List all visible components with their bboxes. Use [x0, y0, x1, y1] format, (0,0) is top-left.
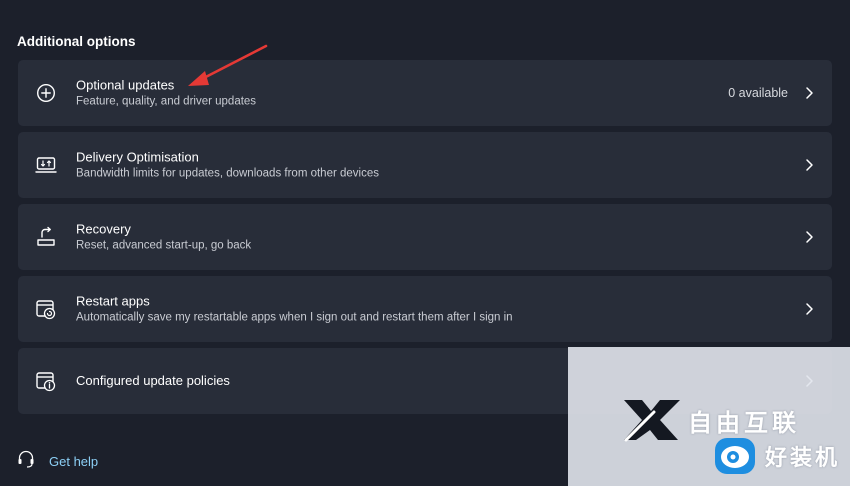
policy-info-icon [35, 370, 57, 392]
delivery-optimisation-icon [35, 154, 57, 176]
watermark-brand-2: 好装机 [713, 436, 840, 476]
available-count: 0 available [728, 86, 788, 100]
card-title: Configured update policies [76, 373, 230, 388]
chevron-right-icon [806, 303, 813, 315]
card-subtitle: Automatically save my restartable apps w… [76, 311, 513, 324]
mascot-logo-icon [715, 438, 755, 474]
annotation-arrow [188, 44, 268, 86]
card-subtitle: Feature, quality, and driver updates [76, 95, 257, 108]
chevron-right-icon [806, 231, 813, 243]
get-help-row[interactable]: Get help [17, 450, 98, 473]
chevron-right-icon [806, 159, 813, 171]
delivery-optimisation-card[interactable]: Delivery Optimisation Bandwidth limits f… [18, 132, 832, 198]
card-subtitle: Reset, advanced start-up, go back [76, 239, 252, 252]
x-logo-icon [624, 400, 680, 442]
restart-apps-card[interactable]: Restart apps Automatically save my resta… [18, 276, 832, 342]
section-title: Additional options [17, 34, 136, 49]
card-title: Delivery Optimisation [76, 149, 199, 165]
recovery-card[interactable]: Recovery Reset, advanced start-up, go ba… [18, 204, 832, 270]
card-subtitle: Bandwidth limits for updates, downloads … [76, 167, 379, 180]
watermark-text-1: 自由互联 [688, 408, 800, 437]
add-circle-icon [35, 82, 57, 104]
watermark-text-2: 好装机 [765, 446, 841, 471]
help-headset-icon [17, 450, 35, 473]
card-title: Restart apps [76, 293, 150, 309]
recovery-icon [35, 226, 57, 248]
card-title: Recovery [76, 221, 131, 237]
chevron-right-icon [806, 87, 813, 99]
restart-apps-icon [35, 298, 57, 320]
optional-updates-card[interactable]: Optional updates Feature, quality, and d… [18, 60, 832, 126]
get-help-link[interactable]: Get help [49, 454, 98, 469]
